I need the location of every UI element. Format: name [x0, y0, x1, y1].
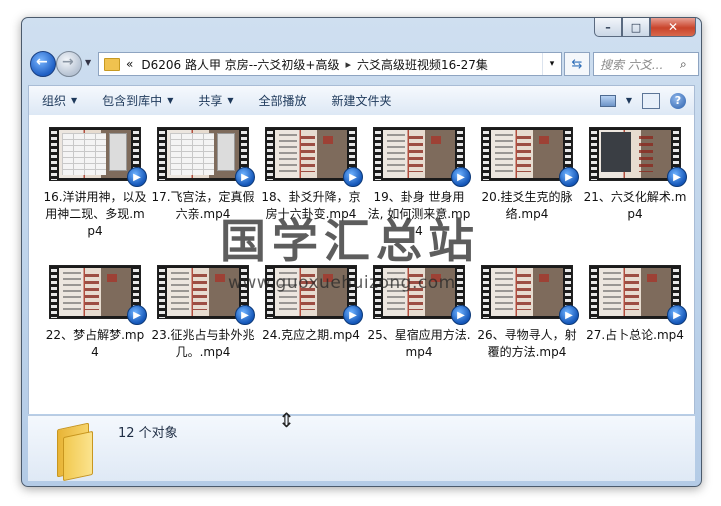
item-count: 12 个对象 [118, 426, 178, 441]
video-thumbnail: ▶ [481, 127, 579, 187]
file-name: 24.克应之期.mp4 [262, 328, 360, 342]
file-item[interactable]: ▶ 24.克应之期.mp4 [259, 265, 363, 344]
media-player-icon: ▶ [559, 305, 579, 325]
file-item[interactable]: ▶ 18、卦爻升降，京房十六卦变.mp4 [259, 127, 363, 223]
folder-icon [53, 422, 93, 482]
address-bar[interactable]: « D6206 路人甲 京房--六爻初级+高级 ▸ 六爻高级班视频16-27集 … [98, 52, 562, 76]
video-thumbnail: ▶ [265, 265, 363, 325]
file-item[interactable]: ▶ 25、星宿应用方法.mp4 [367, 265, 471, 361]
media-player-icon: ▶ [343, 305, 363, 325]
file-name: 26、寻物寻人，射覆的方法.mp4 [477, 328, 577, 359]
media-player-icon: ▶ [235, 167, 255, 187]
change-view-icon[interactable] [599, 94, 616, 107]
minimize-button[interactable]: – [594, 18, 622, 37]
file-name: 17.飞宫法，定真假六亲.mp4 [151, 190, 255, 221]
new-folder-button[interactable]: 新建文件夹 [319, 92, 404, 109]
details-pane: 12 个对象 [28, 415, 695, 482]
play-all-button[interactable]: 全部播放 [246, 92, 319, 109]
refresh-icon: ⇆ [571, 56, 583, 72]
include-in-library-button[interactable]: 包含到库中 ▼ [89, 92, 185, 109]
media-player-icon: ▶ [451, 305, 471, 325]
file-name: 23.征兆占与卦外兆几。.mp4 [151, 328, 255, 359]
video-thumbnail: ▶ [589, 127, 687, 187]
media-player-icon: ▶ [235, 305, 255, 325]
chevron-down-icon: ▼ [71, 96, 78, 105]
file-name: 21、六爻化解术.mp4 [583, 190, 687, 221]
video-thumbnail: ▶ [373, 127, 471, 187]
video-thumbnail: ▶ [265, 127, 363, 187]
search-box[interactable]: 搜索 六爻... ⌕ [593, 52, 699, 76]
breadcrumb-item[interactable]: 六爻高级班视频16-27集 [357, 56, 488, 73]
file-name: 22、梦占解梦.mp4 [45, 328, 145, 359]
file-list[interactable]: ▶ 16.洋讲用神，以及用神二现、多现.mp4 ▶ 17.飞宫法，定真假六亲.mp4 ▶… [28, 115, 695, 414]
file-item[interactable]: ▶ 22、梦占解梦.mp4 [43, 265, 147, 361]
back-arrow-icon: ← [36, 54, 48, 70]
resize-cursor-icon: ⇕ [278, 408, 295, 432]
video-thumbnail: ▶ [49, 127, 147, 187]
media-player-icon: ▶ [667, 305, 687, 325]
video-thumbnail: ▶ [481, 265, 579, 325]
maximize-button[interactable]: □ [622, 18, 650, 37]
help-icon[interactable]: ? [670, 92, 686, 109]
refresh-button[interactable]: ⇆ [564, 52, 590, 76]
organize-button[interactable]: 组织 ▼ [29, 92, 89, 109]
file-item[interactable]: ▶ 21、六爻化解术.mp4 [583, 127, 687, 223]
view-dropdown-icon[interactable]: ▼ [626, 96, 632, 105]
folder-icon [104, 57, 120, 71]
file-item[interactable]: ▶ 23.征兆占与卦外兆几。.mp4 [151, 265, 255, 361]
file-name: 27.占卜总论.mp4 [586, 328, 684, 342]
forward-arrow-icon: → [62, 54, 74, 70]
file-item[interactable]: ▶ 17.飞宫法，定真假六亲.mp4 [151, 127, 255, 223]
chevron-down-icon: ▼ [227, 96, 234, 105]
video-thumbnail: ▶ [589, 265, 687, 325]
file-name: 16.洋讲用神，以及用神二现、多现.mp4 [43, 190, 147, 238]
share-button[interactable]: 共享 ▼ [185, 92, 245, 109]
file-name: 19、卦身 世身用法, 如何测来意.mp4 [367, 190, 471, 238]
back-button[interactable]: ← [30, 51, 56, 77]
media-player-icon: ▶ [127, 305, 147, 325]
media-player-icon: ▶ [667, 167, 687, 187]
file-item[interactable]: ▶ 19、卦身 世身用法, 如何测来意.mp4 [367, 127, 471, 240]
breadcrumb-overflow[interactable]: « [126, 57, 133, 71]
video-thumbnail: ▶ [373, 265, 471, 325]
recent-pages-button[interactable]: ▼ [85, 58, 91, 67]
file-name: 20.挂爻生克的脉络.mp4 [481, 190, 573, 221]
file-item[interactable]: ▶ 16.洋讲用神，以及用神二现、多现.mp4 [43, 127, 147, 240]
caption-buttons: – □ ✕ [594, 18, 696, 37]
magnifier-icon: ⌕ [680, 56, 687, 71]
file-item[interactable]: ▶ 26、寻物寻人，射覆的方法.mp4 [475, 265, 579, 361]
address-dropdown[interactable]: ▾ [542, 53, 561, 75]
chevron-down-icon: ▼ [167, 96, 174, 105]
breadcrumb-separator[interactable]: ▸ [345, 58, 351, 71]
media-player-icon: ▶ [127, 167, 147, 187]
preview-pane-icon[interactable] [642, 92, 660, 109]
video-thumbnail: ▶ [157, 127, 255, 187]
file-item[interactable]: ▶ 20.挂爻生克的脉络.mp4 [475, 127, 579, 223]
search-input[interactable]: 搜索 六爻... [594, 56, 680, 73]
close-button[interactable]: ✕ [650, 18, 696, 37]
address-row: ← → ▼ « D6206 路人甲 京房--六爻初级+高级 ▸ 六爻高级班视频1… [28, 48, 699, 78]
file-name: 25、星宿应用方法.mp4 [367, 328, 471, 359]
file-item[interactable]: ▶ 27.占卜总论.mp4 [583, 265, 687, 344]
video-thumbnail: ▶ [157, 265, 255, 325]
explorer-window: – □ ✕ ← → ▼ « D6206 路人甲 京房--六爻初级+高级 ▸ 六爻… [21, 17, 702, 487]
command-bar: 组织 ▼ 包含到库中 ▼ 共享 ▼ 全部播放 新建文件夹 ▼ ? [28, 85, 695, 116]
media-player-icon: ▶ [343, 167, 363, 187]
file-name: 18、卦爻升降，京房十六卦变.mp4 [261, 190, 361, 221]
forward-button[interactable]: → [56, 51, 82, 77]
video-thumbnail: ▶ [49, 265, 147, 325]
breadcrumb-item[interactable]: D6206 路人甲 京房--六爻初级+高级 [141, 56, 339, 73]
media-player-icon: ▶ [559, 167, 579, 187]
media-player-icon: ▶ [451, 167, 471, 187]
